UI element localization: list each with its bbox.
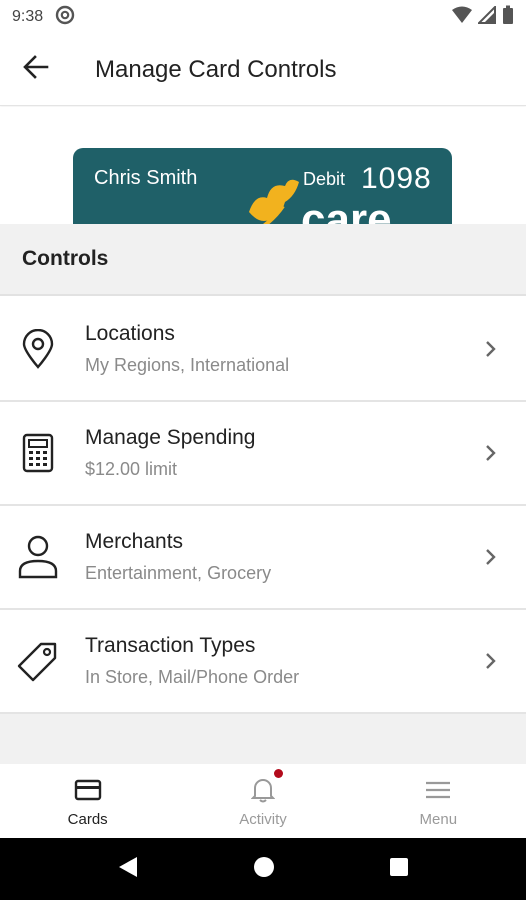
home-circle-icon[interactable] <box>253 856 275 883</box>
back-button[interactable] <box>0 34 72 106</box>
bell-icon <box>248 775 278 805</box>
control-row-locations[interactable]: Locations My Regions, International <box>0 298 526 402</box>
nav-item-cards[interactable]: Cards <box>0 764 175 838</box>
battery-icon <box>502 5 514 30</box>
card-type-label: Debit <box>303 169 346 189</box>
card-last-four: 1098 <box>361 162 432 195</box>
location-pin-icon <box>15 326 61 372</box>
tag-icon <box>15 638 61 684</box>
status-time: 9:38 <box>12 8 44 25</box>
nav-label: Menu <box>419 810 458 828</box>
card-preview-area: care Chris Smith Debit 1098 <box>0 107 526 224</box>
control-row-manage-spending[interactable]: Manage Spending $12.00 limit <box>0 402 526 506</box>
controls-section-header: Controls <box>0 224 526 296</box>
notification-badge-dot <box>274 769 283 778</box>
control-subtitle: Entertainment, Grocery <box>85 563 272 583</box>
control-title: Locations <box>85 322 175 345</box>
nav-item-activity[interactable]: Activity <box>175 764 350 838</box>
wifi-icon <box>452 6 472 29</box>
debit-card[interactable]: care Chris Smith Debit 1098 <box>73 148 452 224</box>
controls-list: Locations My Regions, International Mana… <box>0 298 526 714</box>
app-bar: Manage Card Controls <box>0 34 526 106</box>
nav-label: Activity <box>239 810 287 828</box>
person-icon <box>15 534 61 580</box>
chevron-right-icon <box>484 443 498 463</box>
control-row-transaction-types[interactable]: Transaction Types In Store, Mail/Phone O… <box>0 610 526 714</box>
card-icon <box>73 775 103 805</box>
nav-item-menu[interactable]: Menu <box>351 764 526 838</box>
list-footer-spacer <box>0 714 526 764</box>
nav-label: Cards <box>67 810 108 828</box>
chevron-right-icon <box>484 651 498 671</box>
control-title: Merchants <box>85 530 184 553</box>
control-subtitle: My Regions, International <box>85 355 290 375</box>
status-bar: 9:38 <box>0 0 526 34</box>
hamburger-menu-icon <box>423 775 453 805</box>
recents-square-icon[interactable] <box>389 857 409 882</box>
chevron-right-icon <box>484 547 498 567</box>
control-subtitle: $12.00 limit <box>85 459 178 479</box>
control-title: Transaction Types <box>85 634 256 657</box>
signal-icon <box>476 4 496 29</box>
control-title: Manage Spending <box>85 426 256 449</box>
card-holder-name: Chris Smith <box>94 167 198 189</box>
calculator-icon <box>15 430 61 476</box>
control-row-merchants[interactable]: Merchants Entertainment, Grocery <box>0 506 526 610</box>
page-title: Manage Card Controls <box>95 55 337 83</box>
at-sign-icon <box>55 5 75 30</box>
system-navigation-bar <box>0 838 526 900</box>
bottom-navigation: Cards Activity Menu <box>0 764 526 838</box>
control-subtitle: In Store, Mail/Phone Order <box>85 667 300 687</box>
chevron-right-icon <box>484 339 498 359</box>
arrow-left-icon <box>23 55 49 84</box>
back-triangle-icon[interactable] <box>117 855 139 884</box>
card-logo-text: care <box>301 195 392 224</box>
